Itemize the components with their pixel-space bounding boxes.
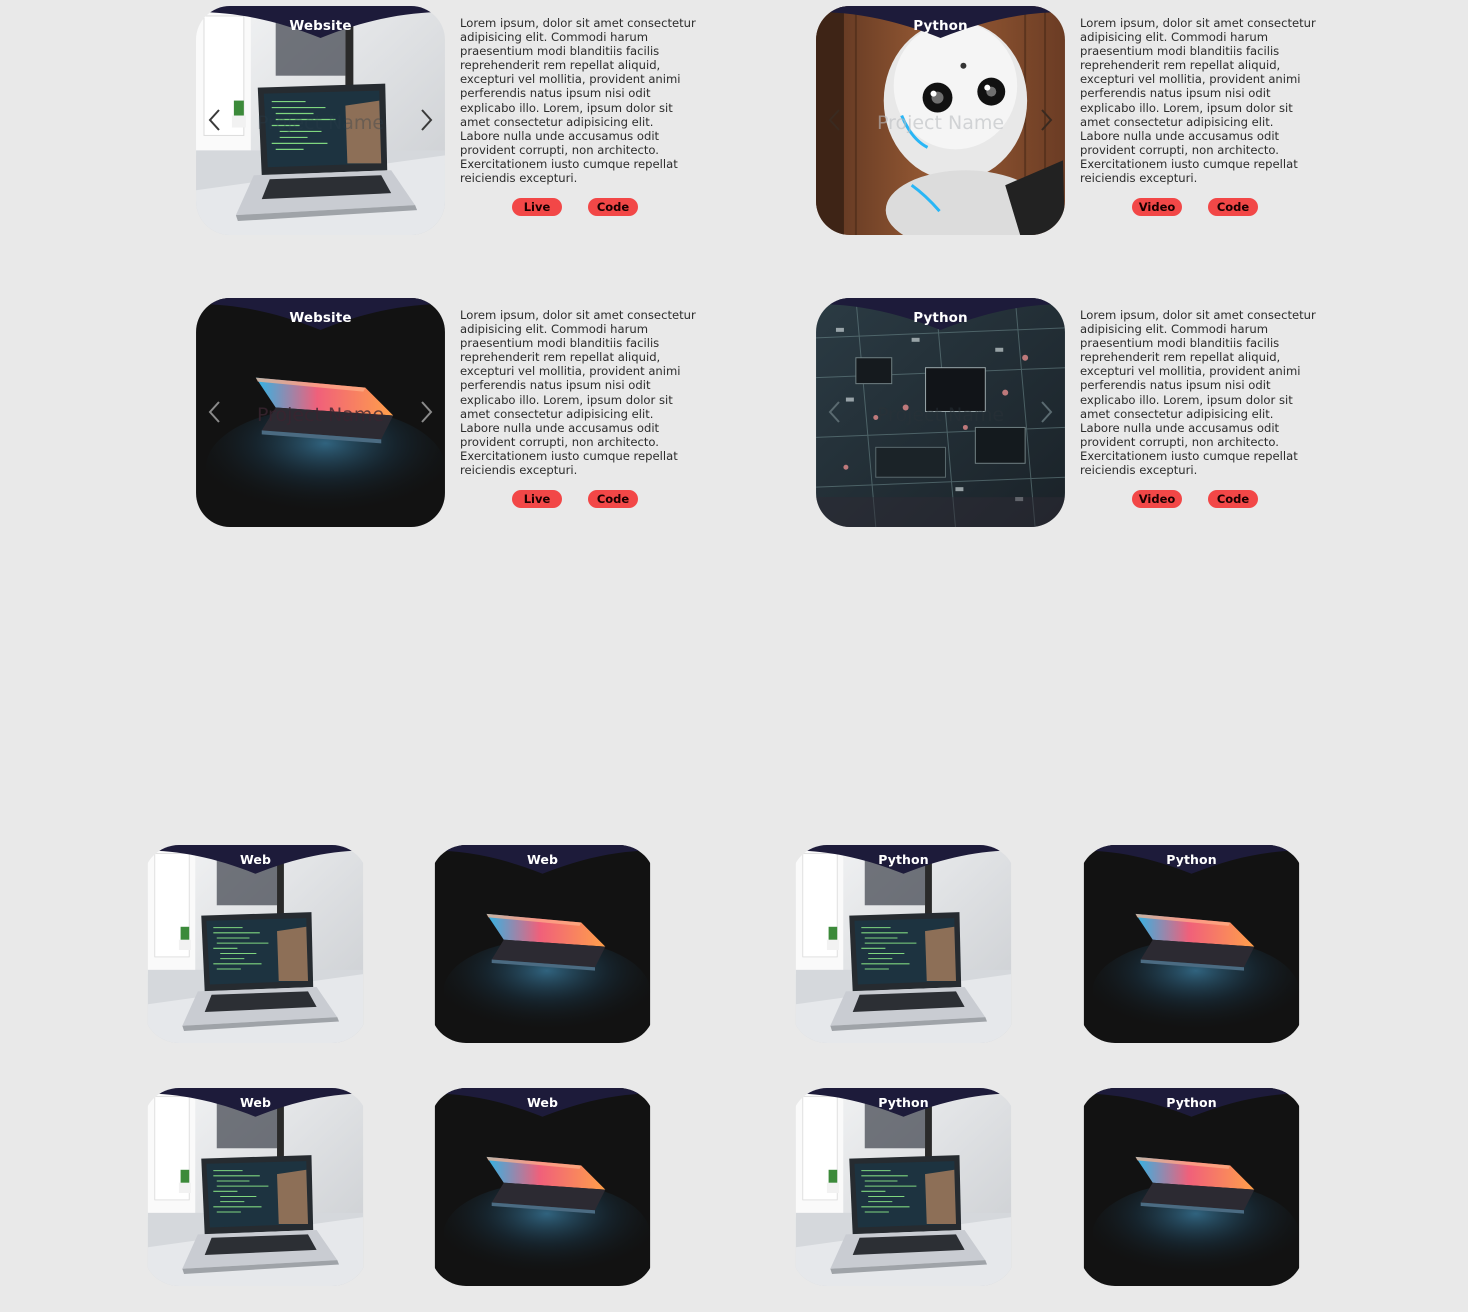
project-tile[interactable]: Web — [143, 1088, 368, 1286]
live-button[interactable]: Live — [512, 490, 562, 508]
category-label: Web — [526, 1095, 559, 1110]
category-label: Python — [1166, 1095, 1217, 1110]
project-description: Lorem ipsum, dolor sit amet consectetur … — [460, 308, 696, 478]
chevron-left-icon[interactable] — [204, 396, 226, 428]
live-button[interactable]: Live — [512, 198, 562, 216]
chevron-left-icon[interactable] — [204, 104, 226, 136]
video-button[interactable]: Video — [1132, 198, 1182, 216]
project-name: Project Name — [876, 112, 1005, 134]
code-button[interactable]: Code — [1208, 198, 1258, 216]
project-card: Project Name Python Lorem ipsum, dolor s… — [816, 6, 1316, 236]
code-button[interactable]: Code — [588, 198, 638, 216]
category-label: Website — [289, 310, 352, 326]
project-description: Lorem ipsum, dolor sit amet consectetur … — [1080, 16, 1316, 186]
project-tile[interactable]: Python — [1079, 1088, 1304, 1286]
project-carousel[interactable]: Project Name Website — [196, 298, 445, 527]
chevron-right-icon[interactable] — [1035, 104, 1057, 136]
chevron-right-icon[interactable] — [1035, 396, 1057, 428]
chevron-right-icon[interactable] — [415, 104, 437, 136]
category-label: Python — [878, 1095, 929, 1110]
project-tile[interactable]: Python — [791, 845, 1016, 1043]
category-label: Web — [239, 1095, 272, 1110]
portfolio-page: Project Name Website Lorem ipsum, dolor … — [0, 0, 1468, 1312]
video-button[interactable]: Video — [1132, 490, 1182, 508]
project-card: Project Name Website Lorem ipsum, dolor … — [196, 298, 696, 528]
category-label: Web — [526, 852, 559, 867]
project-carousel[interactable]: Project Name Python — [816, 298, 1065, 527]
category-label: Python — [878, 852, 929, 867]
project-card: Project Name Website Lorem ipsum, dolor … — [196, 6, 696, 236]
project-tile[interactable]: Web — [430, 845, 655, 1043]
category-label: Website — [289, 18, 352, 34]
project-tile[interactable]: Python — [791, 1088, 1016, 1286]
project-name: Project Name — [256, 112, 385, 134]
category-label: Python — [1166, 852, 1217, 867]
category-label: Python — [913, 310, 968, 326]
project-name: Project Name — [876, 404, 1005, 426]
category-label: Python — [913, 18, 968, 34]
chevron-right-icon[interactable] — [415, 396, 437, 428]
project-name: Project Name — [256, 404, 385, 426]
project-tile[interactable]: Web — [430, 1088, 655, 1286]
code-button[interactable]: Code — [1208, 490, 1258, 508]
code-button[interactable]: Code — [588, 490, 638, 508]
chevron-left-icon[interactable] — [824, 104, 846, 136]
project-tile[interactable]: Python — [1079, 845, 1304, 1043]
project-carousel[interactable]: Project Name Website — [196, 6, 445, 235]
project-tile[interactable]: Web — [143, 845, 368, 1043]
chevron-left-icon[interactable] — [824, 396, 846, 428]
project-description: Lorem ipsum, dolor sit amet consectetur … — [1080, 308, 1316, 478]
project-carousel[interactable]: Project Name Python — [816, 6, 1065, 235]
category-label: Web — [239, 852, 272, 867]
project-card: Project Name Python Lorem ipsum, dolor s… — [816, 298, 1316, 528]
project-description: Lorem ipsum, dolor sit amet consectetur … — [460, 16, 696, 186]
